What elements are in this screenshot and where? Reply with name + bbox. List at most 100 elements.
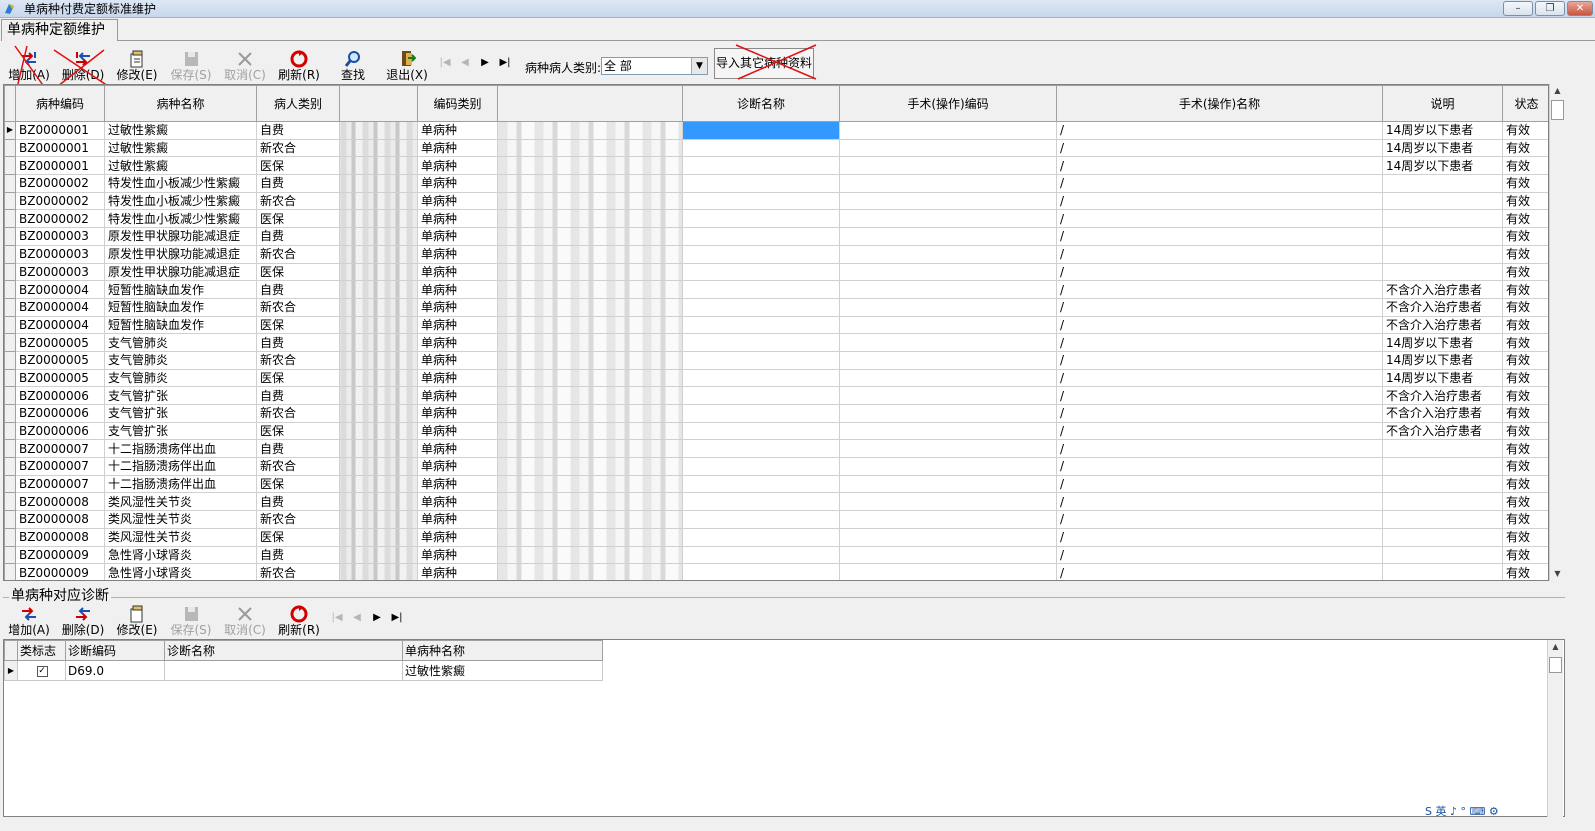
- surgery-code-cell[interactable]: [839, 244, 1057, 264]
- diagnosis-name-cell[interactable]: [682, 350, 840, 370]
- disease-name-cell[interactable]: 类风湿性关节炎: [104, 510, 257, 529]
- code-type-cell[interactable]: 单病种: [417, 527, 498, 547]
- surgery-code-cell[interactable]: [839, 315, 1057, 335]
- code-cell[interactable]: BZ0000006: [15, 404, 105, 423]
- surgery-name-cell[interactable]: /: [1056, 244, 1383, 264]
- table-row[interactable]: BZ0000004 短暂性脑缺血发作 自费 单病种 / 不含介入治疗患者 有效: [4, 280, 1548, 299]
- cancel-diagnosis-button[interactable]: 取消(C): [218, 601, 272, 639]
- disease-name-cell[interactable]: 支气管扩张: [104, 421, 257, 441]
- surgery-code-cell[interactable]: [839, 510, 1057, 529]
- surgery-name-cell[interactable]: /: [1056, 563, 1383, 580]
- surgery-name-cell[interactable]: /: [1056, 174, 1383, 193]
- redacted-cell[interactable]: [497, 156, 683, 176]
- patient-type-cell[interactable]: 医保: [256, 527, 340, 547]
- code-type-cell[interactable]: 单病种: [417, 138, 498, 158]
- flag-cell[interactable]: ✓: [17, 660, 66, 681]
- patient-type-cell[interactable]: 新农合: [256, 191, 340, 211]
- surgery-name-cell[interactable]: /: [1056, 297, 1383, 317]
- table-row[interactable]: BZ0000009 急性肾小球肾炎 新农合 单病种 / 有效: [4, 563, 1548, 580]
- status-cell[interactable]: 有效: [1502, 563, 1548, 580]
- note-cell[interactable]: [1382, 457, 1503, 476]
- diagnosis-name-cell[interactable]: [682, 227, 840, 246]
- redacted-cell[interactable]: [497, 350, 683, 370]
- note-cell[interactable]: 不含介入治疗患者: [1382, 386, 1503, 405]
- surgery-name-cell[interactable]: /: [1056, 492, 1383, 512]
- disease-name-cell[interactable]: 支气管肺炎: [104, 368, 257, 388]
- code-type-cell[interactable]: 单病种: [417, 492, 498, 512]
- table-row[interactable]: BZ0000006 支气管扩张 自费 单病种 / 不含介入治疗患者 有效: [4, 386, 1548, 405]
- surgery-code-cell[interactable]: [839, 350, 1057, 370]
- diagnosis-name-cell[interactable]: [682, 280, 840, 299]
- patient-type-cell[interactable]: 医保: [256, 368, 340, 388]
- table-row[interactable]: BZ0000007 十二指肠溃疡伴出血 医保 单病种 / 有效: [4, 474, 1548, 494]
- surgery-name-cell[interactable]: /: [1056, 474, 1383, 494]
- table-row[interactable]: BZ0000007 十二指肠溃疡伴出血 自费 单病种 / 有效: [4, 439, 1548, 459]
- note-cell[interactable]: 14周岁以下患者: [1382, 121, 1503, 140]
- surgery-name-cell[interactable]: /: [1056, 510, 1383, 529]
- patient-type-cell[interactable]: 自费: [256, 121, 340, 140]
- code-cell[interactable]: BZ0000007: [15, 457, 105, 476]
- disease-name-cell[interactable]: 十二指肠溃疡伴出血: [104, 439, 257, 459]
- find-button[interactable]: 查找: [326, 46, 380, 84]
- note-cell[interactable]: 不含介入治疗患者: [1382, 404, 1503, 423]
- surgery-name-cell[interactable]: /: [1056, 138, 1383, 158]
- disease-name-cell[interactable]: 类风湿性关节炎: [104, 492, 257, 512]
- status-cell[interactable]: 有效: [1502, 404, 1548, 423]
- disease-name-cell[interactable]: 十二指肠溃疡伴出血: [104, 457, 257, 476]
- code-type-cell[interactable]: 单病种: [417, 404, 498, 423]
- table-row[interactable]: BZ0000005 支气管肺炎 自费 单病种 /14周岁以下患者 有效: [4, 333, 1548, 352]
- surgery-name-cell[interactable]: /: [1056, 227, 1383, 246]
- table-row[interactable]: BZ0000001 过敏性紫癜 医保 单病种 /14周岁以下患者 有效: [4, 156, 1548, 176]
- column-header[interactable]: 编码类别: [417, 85, 498, 122]
- column-header[interactable]: 诊断名称: [164, 640, 403, 661]
- add-button[interactable]: 增加(A): [2, 46, 56, 84]
- diagnosis-name-cell[interactable]: [682, 368, 840, 388]
- redacted-cell[interactable]: [339, 209, 418, 229]
- next-record-button[interactable]: ▶: [478, 57, 492, 68]
- patient-type-cell[interactable]: 自费: [256, 280, 340, 299]
- refresh-button[interactable]: 刷新(R): [272, 46, 326, 84]
- redacted-cell[interactable]: [339, 457, 418, 476]
- code-cell[interactable]: BZ0000007: [15, 439, 105, 459]
- redacted-cell[interactable]: [339, 474, 418, 494]
- note-cell[interactable]: [1382, 227, 1503, 246]
- diagnosis-name-cell[interactable]: [682, 209, 840, 229]
- redacted-cell[interactable]: [497, 333, 683, 352]
- disease-name-cell[interactable]: 过敏性紫癜: [402, 660, 603, 681]
- redacted-cell[interactable]: [497, 527, 683, 547]
- redacted-cell[interactable]: [339, 368, 418, 388]
- redacted-cell[interactable]: [497, 368, 683, 388]
- status-cell[interactable]: 有效: [1502, 457, 1548, 476]
- diagnosis-name-cell[interactable]: [682, 545, 840, 565]
- redacted-cell[interactable]: [339, 333, 418, 352]
- exit-button[interactable]: 退出(X): [380, 46, 434, 84]
- status-cell[interactable]: 有效: [1502, 138, 1548, 158]
- diagnosis-name-cell[interactable]: [682, 457, 840, 476]
- redacted-cell[interactable]: [339, 510, 418, 529]
- surgery-code-cell[interactable]: [839, 262, 1057, 282]
- column-header[interactable]: 病种编码: [15, 85, 105, 122]
- disease-name-cell[interactable]: 特发性血小板减少性紫癜: [104, 209, 257, 229]
- table-row[interactable]: BZ0000002 特发性血小板减少性紫癜 自费 单病种 / 有效: [4, 174, 1548, 193]
- diagnosis-name-cell[interactable]: [682, 297, 840, 317]
- first-record-button[interactable]: |◀: [330, 612, 344, 623]
- code-cell[interactable]: BZ0000003: [15, 227, 105, 246]
- table-row[interactable]: BZ0000009 急性肾小球肾炎 自费 单病种 / 有效: [4, 545, 1548, 565]
- code-type-cell[interactable]: 单病种: [417, 474, 498, 494]
- surgery-code-cell[interactable]: [839, 121, 1057, 140]
- patient-type-cell[interactable]: 自费: [256, 386, 340, 405]
- close-button[interactable]: ✕: [1567, 1, 1593, 16]
- code-type-cell[interactable]: 单病种: [417, 386, 498, 405]
- status-cell[interactable]: 有效: [1502, 368, 1548, 388]
- code-cell[interactable]: BZ0000005: [15, 350, 105, 370]
- code-type-cell[interactable]: 单病种: [417, 121, 498, 140]
- surgery-name-cell[interactable]: /: [1056, 350, 1383, 370]
- table-row[interactable]: BZ0000004 短暂性脑缺血发作 新农合 单病种 / 不含介入治疗患者 有效: [4, 297, 1548, 317]
- redacted-cell[interactable]: [497, 545, 683, 565]
- code-cell[interactable]: BZ0000006: [15, 421, 105, 441]
- note-cell[interactable]: 14周岁以下患者: [1382, 368, 1503, 388]
- disease-name-cell[interactable]: 过敏性紫癜: [104, 156, 257, 176]
- code-cell[interactable]: BZ0000004: [15, 297, 105, 317]
- disease-name-cell[interactable]: 支气管扩张: [104, 404, 257, 423]
- table-row[interactable]: BZ0000008 类风湿性关节炎 医保 单病种 / 有效: [4, 527, 1548, 547]
